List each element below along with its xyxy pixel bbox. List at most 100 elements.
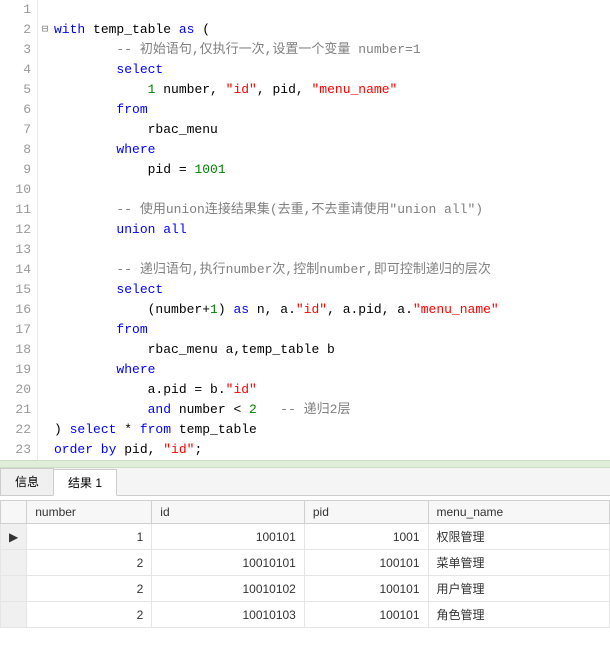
code-line[interactable]: where	[54, 360, 610, 380]
header-row: number id pid menu_name	[1, 501, 610, 524]
fold-marker	[38, 380, 52, 400]
col-header-pid[interactable]: pid	[304, 501, 428, 524]
row-marker	[1, 550, 27, 576]
fold-marker	[38, 40, 52, 60]
fold-marker	[38, 440, 52, 460]
fold-marker	[38, 140, 52, 160]
fold-marker	[38, 320, 52, 340]
cell-pid[interactable]: 100101	[304, 576, 428, 602]
cell-id[interactable]: 10010103	[152, 602, 305, 628]
row-selector-header	[1, 501, 27, 524]
code-line[interactable]	[54, 240, 610, 260]
cell-id[interactable]: 10010102	[152, 576, 305, 602]
code-line[interactable]: a.pid = b."id"	[54, 380, 610, 400]
line-number: 14	[0, 260, 31, 280]
fold-marker	[38, 280, 52, 300]
fold-marker	[38, 60, 52, 80]
cell-id[interactable]: 10010101	[152, 550, 305, 576]
code-line[interactable]: -- 使用union连接结果集(去重,不去重请使用"union all")	[54, 200, 610, 220]
fold-marker	[38, 120, 52, 140]
cell-menu-name[interactable]: 菜单管理	[428, 550, 609, 576]
line-number: 17	[0, 320, 31, 340]
cell-number[interactable]: 1	[27, 524, 152, 550]
table-row[interactable]: 210010103100101角色管理	[1, 602, 610, 628]
line-number-gutter: 1234567891011121314151617181920212223	[0, 0, 38, 460]
row-marker	[1, 576, 27, 602]
line-number: 19	[0, 360, 31, 380]
results-grid-wrap: number id pid menu_name ▶11001011001权限管理…	[0, 500, 610, 628]
cell-number[interactable]: 2	[27, 576, 152, 602]
fold-marker	[38, 300, 52, 320]
fold-marker	[38, 240, 52, 260]
cell-menu-name[interactable]: 权限管理	[428, 524, 609, 550]
line-number: 10	[0, 180, 31, 200]
code-line[interactable]: order by pid, "id";	[54, 440, 610, 460]
cell-pid[interactable]: 1001	[304, 524, 428, 550]
line-number: 11	[0, 200, 31, 220]
line-number: 7	[0, 120, 31, 140]
fold-marker	[38, 160, 52, 180]
table-row[interactable]: 210010102100101用户管理	[1, 576, 610, 602]
fold-marker[interactable]: ⊟	[38, 20, 52, 40]
code-editor[interactable]: 1234567891011121314151617181920212223 ⊟ …	[0, 0, 610, 460]
code-line[interactable]	[54, 180, 610, 200]
cell-menu-name[interactable]: 用户管理	[428, 576, 609, 602]
cell-pid[interactable]: 100101	[304, 550, 428, 576]
code-line[interactable]: select	[54, 60, 610, 80]
results-grid[interactable]: number id pid menu_name ▶11001011001权限管理…	[0, 500, 610, 628]
line-number: 6	[0, 100, 31, 120]
code-area[interactable]: with temp_table as ( -- 初始语句,仅执行一次,设置一个变…	[52, 0, 610, 460]
fold-marker	[38, 260, 52, 280]
code-line[interactable]: -- 递归语句,执行number次,控制number,即可控制递归的层次	[54, 260, 610, 280]
line-number: 5	[0, 80, 31, 100]
code-line[interactable]: from	[54, 320, 610, 340]
cell-id[interactable]: 100101	[152, 524, 305, 550]
code-line[interactable]	[54, 0, 610, 20]
code-line[interactable]: select	[54, 280, 610, 300]
code-line[interactable]: -- 初始语句,仅执行一次,设置一个变量 number=1	[54, 40, 610, 60]
table-row[interactable]: ▶11001011001权限管理	[1, 524, 610, 550]
line-number: 15	[0, 280, 31, 300]
col-header-menu-name[interactable]: menu_name	[428, 501, 609, 524]
code-line[interactable]: with temp_table as (	[54, 20, 610, 40]
code-line[interactable]: and number < 2 -- 递归2层	[54, 400, 610, 420]
line-number: 2	[0, 20, 31, 40]
cell-number[interactable]: 2	[27, 602, 152, 628]
col-header-number[interactable]: number	[27, 501, 152, 524]
code-line[interactable]: from	[54, 100, 610, 120]
line-number: 18	[0, 340, 31, 360]
code-line[interactable]: ) select * from temp_table	[54, 420, 610, 440]
line-number: 21	[0, 400, 31, 420]
tab-info[interactable]: 信息	[0, 468, 54, 495]
line-number: 12	[0, 220, 31, 240]
tab-result-1[interactable]: 结果 1	[53, 469, 117, 496]
line-number: 9	[0, 160, 31, 180]
code-line[interactable]: 1 number, "id", pid, "menu_name"	[54, 80, 610, 100]
result-tabs: 信息 结果 1	[0, 468, 610, 496]
cell-menu-name[interactable]: 角色管理	[428, 602, 609, 628]
code-line[interactable]: pid = 1001	[54, 160, 610, 180]
code-line[interactable]: union all	[54, 220, 610, 240]
cell-number[interactable]: 2	[27, 550, 152, 576]
line-number: 8	[0, 140, 31, 160]
fold-marker	[38, 420, 52, 440]
line-number: 16	[0, 300, 31, 320]
line-number: 13	[0, 240, 31, 260]
cell-pid[interactable]: 100101	[304, 602, 428, 628]
panel-divider	[0, 460, 610, 468]
fold-marker	[38, 340, 52, 360]
fold-marker	[38, 180, 52, 200]
fold-marker	[38, 200, 52, 220]
table-row[interactable]: 210010101100101菜单管理	[1, 550, 610, 576]
fold-marker	[38, 220, 52, 240]
code-line[interactable]: where	[54, 140, 610, 160]
code-line[interactable]: rbac_menu a,temp_table b	[54, 340, 610, 360]
fold-marker	[38, 0, 52, 20]
code-line[interactable]: rbac_menu	[54, 120, 610, 140]
fold-column: ⊟	[38, 0, 52, 460]
col-header-id[interactable]: id	[152, 501, 305, 524]
line-number: 3	[0, 40, 31, 60]
fold-marker	[38, 80, 52, 100]
line-number: 20	[0, 380, 31, 400]
code-line[interactable]: (number+1) as n, a."id", a.pid, a."menu_…	[54, 300, 610, 320]
